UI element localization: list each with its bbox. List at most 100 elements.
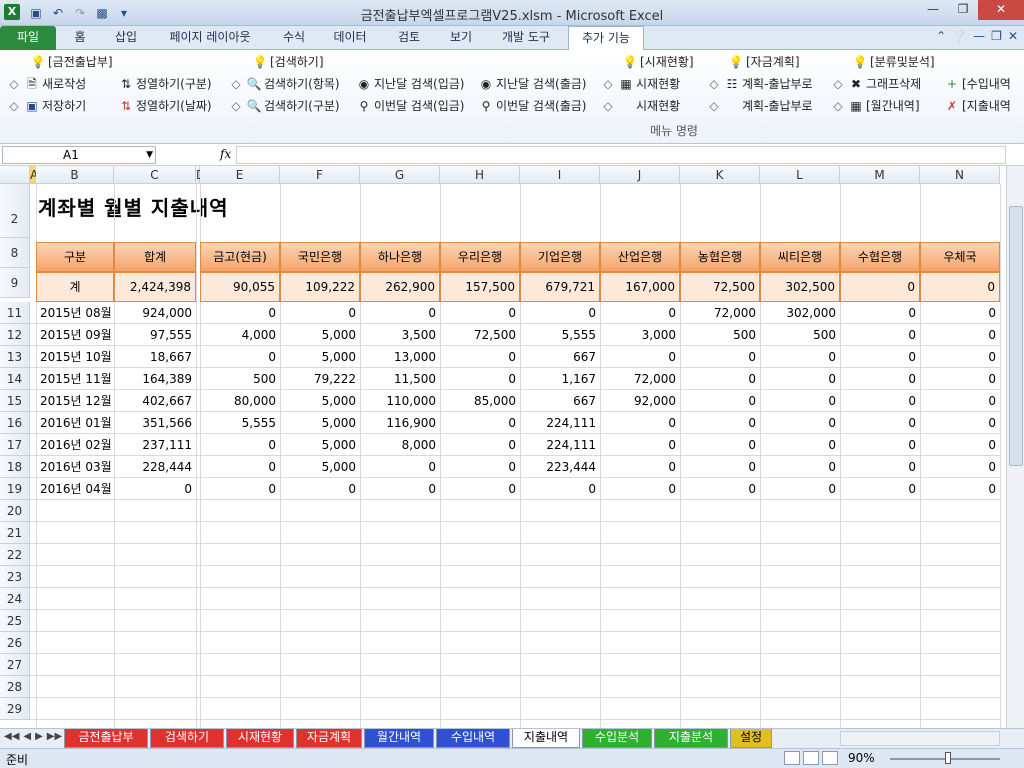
first-sheet-icon[interactable]: ◀◀ bbox=[4, 731, 19, 742]
table-cell[interactable]: 0 bbox=[440, 478, 520, 500]
row-header[interactable]: 14 bbox=[0, 368, 30, 390]
plan-to-cashbook-button-2[interactable]: ◇ 계획-출납부로 bbox=[706, 96, 812, 116]
table-cell[interactable]: 0 bbox=[760, 346, 840, 368]
table-cell[interactable]: 0 bbox=[600, 478, 680, 500]
minimize-icon[interactable]: — bbox=[918, 0, 948, 20]
row-header[interactable]: 17 bbox=[0, 434, 30, 456]
tab-file[interactable]: 파일 bbox=[0, 26, 56, 50]
row-header[interactable]: 22 bbox=[0, 544, 30, 566]
this-month-expense-button[interactable]: ⚲ 이번달 검색(출금) bbox=[478, 96, 587, 116]
table-cell[interactable]: 0 bbox=[360, 456, 440, 478]
table-cell[interactable]: 500 bbox=[680, 324, 760, 346]
table-cell[interactable]: 2015년 11월 bbox=[36, 368, 114, 390]
table-cell[interactable]: 0 bbox=[360, 302, 440, 324]
row-header[interactable]: 20 bbox=[0, 500, 30, 522]
row-header[interactable]: 15 bbox=[0, 390, 30, 412]
sheet-tab[interactable]: 지출분석 bbox=[654, 729, 728, 748]
tab-page-layout[interactable]: 페이지 레이아웃 bbox=[152, 26, 268, 50]
table-cell[interactable]: 5,000 bbox=[280, 456, 360, 478]
row-header[interactable]: 18 bbox=[0, 456, 30, 478]
table-cell[interactable]: 164,389 bbox=[114, 368, 196, 390]
table-cell[interactable]: 2016년 02월 bbox=[36, 434, 114, 456]
row-header[interactable]: 8 bbox=[0, 238, 30, 268]
table-cell[interactable]: 72,500 bbox=[440, 324, 520, 346]
table-cell[interactable]: 5,000 bbox=[280, 390, 360, 412]
doc-restore-icon[interactable]: ❐ bbox=[991, 29, 1002, 43]
total-cell[interactable]: 0 bbox=[920, 272, 1000, 302]
table-cell[interactable]: 11,500 bbox=[360, 368, 440, 390]
table-cell[interactable]: 5,000 bbox=[280, 346, 360, 368]
page-break-view-icon[interactable] bbox=[822, 751, 838, 765]
sheet-tab[interactable]: 설정 bbox=[730, 729, 772, 748]
table-cell[interactable]: 0 bbox=[760, 456, 840, 478]
menu-search[interactable]: 💡 [검색하기] bbox=[252, 52, 324, 72]
tab-home[interactable]: 홈 bbox=[60, 26, 100, 50]
table-cell[interactable]: 0 bbox=[200, 434, 280, 456]
table-cell[interactable]: 79,222 bbox=[280, 368, 360, 390]
row-header[interactable]: 29 bbox=[0, 698, 30, 720]
table-cell[interactable]: 72,000 bbox=[680, 302, 760, 324]
table-cell[interactable]: 0 bbox=[680, 390, 760, 412]
table-cell[interactable]: 2016년 04월 bbox=[36, 478, 114, 500]
table-cell[interactable]: 1,167 bbox=[520, 368, 600, 390]
table-cell[interactable]: 0 bbox=[840, 412, 920, 434]
help-icon[interactable]: ❔ bbox=[952, 29, 967, 43]
total-cell[interactable]: 167,000 bbox=[600, 272, 680, 302]
close-icon[interactable]: ✕ bbox=[978, 0, 1024, 20]
sheet-tab[interactable]: 시재현황 bbox=[226, 729, 294, 748]
table-cell[interactable]: 0 bbox=[920, 456, 1000, 478]
row-header[interactable]: 27 bbox=[0, 654, 30, 676]
table-cell[interactable]: 0 bbox=[680, 368, 760, 390]
name-box[interactable]: A1 ▼ bbox=[2, 146, 156, 164]
plan-to-cashbook-button[interactable]: ◇ ☷ 계획-출납부로 bbox=[706, 74, 812, 94]
sheet-tab[interactable]: 지출내역 bbox=[512, 729, 580, 748]
table-cell[interactable]: 85,000 bbox=[440, 390, 520, 412]
table-cell[interactable]: 0 bbox=[920, 390, 1000, 412]
table-cell[interactable]: 0 bbox=[920, 478, 1000, 500]
table-cell[interactable]: 402,667 bbox=[114, 390, 196, 412]
income-details-button[interactable]: + [수입내역 bbox=[944, 74, 1011, 94]
page-layout-view-icon[interactable] bbox=[803, 751, 819, 765]
table-cell[interactable]: 80,000 bbox=[200, 390, 280, 412]
table-cell[interactable]: 223,444 bbox=[520, 456, 600, 478]
search-category-button[interactable]: ◇ 🔍 검색하기(구분) bbox=[228, 96, 339, 116]
tab-add-ins[interactable]: 추가 기능 bbox=[568, 26, 644, 51]
table-cell[interactable]: 0 bbox=[840, 346, 920, 368]
menu-classify-analysis[interactable]: 💡 [분류및분석] bbox=[852, 52, 935, 72]
table-cell[interactable]: 18,667 bbox=[114, 346, 196, 368]
column-header-g[interactable]: G bbox=[360, 166, 440, 184]
row-header[interactable]: 19 bbox=[0, 478, 30, 500]
table-cell[interactable]: 2015년 08월 bbox=[36, 302, 114, 324]
table-cell[interactable]: 2015년 10월 bbox=[36, 346, 114, 368]
cash-status-button-2[interactable]: ◇ 시재현황 bbox=[600, 96, 680, 116]
table-cell[interactable]: 2015년 12월 bbox=[36, 390, 114, 412]
row-header[interactable]: 9 bbox=[0, 268, 30, 298]
sheet-tab[interactable]: 검색하기 bbox=[150, 729, 224, 748]
cash-status-button[interactable]: ◇ ▦ 시재현황 bbox=[600, 74, 680, 94]
menu-cashbook[interactable]: 💡 [금전출납부] bbox=[30, 52, 113, 72]
total-cell[interactable]: 0 bbox=[840, 272, 920, 302]
this-month-income-button[interactable]: ⚲ 이번달 검색(입금) bbox=[356, 96, 465, 116]
table-cell[interactable]: 0 bbox=[840, 390, 920, 412]
table-cell[interactable]: 0 bbox=[760, 412, 840, 434]
menu-fund-plan[interactable]: 💡 [자금계획] bbox=[728, 52, 800, 72]
column-header-k[interactable]: K bbox=[680, 166, 760, 184]
table-cell[interactable]: 2015년 09월 bbox=[36, 324, 114, 346]
monthly-details-button[interactable]: ◇ ▦ [월간내역] bbox=[830, 96, 919, 116]
total-cell[interactable]: 302,500 bbox=[760, 272, 840, 302]
table-cell[interactable]: 92,000 bbox=[600, 390, 680, 412]
row-header[interactable]: 21 bbox=[0, 522, 30, 544]
table-cell[interactable]: 97,555 bbox=[114, 324, 196, 346]
table-cell[interactable]: 0 bbox=[680, 434, 760, 456]
column-header-c[interactable]: C bbox=[114, 166, 196, 184]
sheet-tab[interactable]: 수입분석 bbox=[582, 729, 652, 748]
column-header-b[interactable]: B bbox=[36, 166, 114, 184]
column-header-h[interactable]: H bbox=[440, 166, 520, 184]
column-header-e[interactable]: E bbox=[200, 166, 280, 184]
table-cell[interactable]: 0 bbox=[440, 434, 520, 456]
table-cell[interactable]: 0 bbox=[840, 456, 920, 478]
table-cell[interactable]: 0 bbox=[600, 412, 680, 434]
sheet-tab[interactable]: 월간내역 bbox=[364, 729, 434, 748]
table-cell[interactable]: 0 bbox=[440, 368, 520, 390]
table-cell[interactable]: 0 bbox=[200, 302, 280, 324]
